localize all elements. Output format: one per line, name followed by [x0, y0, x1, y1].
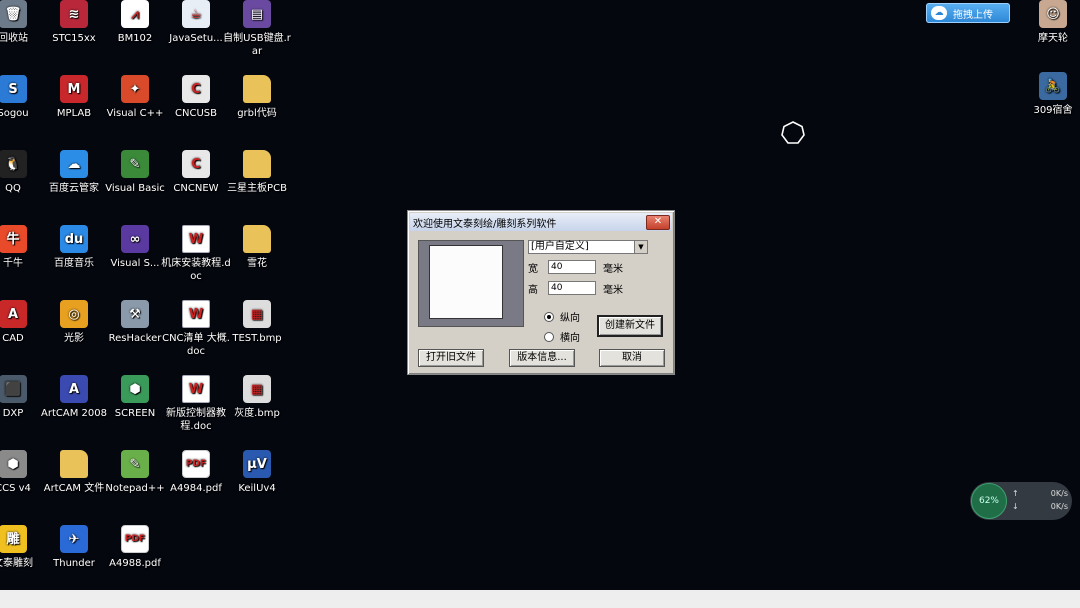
desktop-app-icon: ▦: [243, 375, 271, 403]
height-input[interactable]: [548, 281, 596, 295]
desktop-icon-label: grbl代码: [237, 108, 277, 119]
desktop-app-icon: ✦: [121, 75, 149, 103]
desktop-app-icon: C: [182, 150, 210, 178]
radio-unchecked-icon: [544, 331, 554, 342]
desktop-icon-label: 雪花: [247, 258, 267, 269]
desktop-app-icon: PDF: [121, 525, 149, 553]
desktop-icon[interactable]: ☺ 摩天轮: [1017, 0, 1080, 45]
desktop-app-icon: ⚒: [121, 300, 149, 328]
upload-speed-row: ↑ 0K/s: [1012, 489, 1068, 498]
desktop-app-icon: ◎: [60, 300, 88, 328]
desktop-app-icon: C: [182, 75, 210, 103]
cancel-button[interactable]: 取消: [599, 349, 665, 367]
page-preview: [418, 240, 524, 327]
orientation-portrait-label: 纵向: [560, 313, 580, 324]
desktop-icon[interactable]: µV KeilUv4: [221, 450, 293, 495]
desktop-app-icon: A: [60, 375, 88, 403]
size-preset-value: [用户自定义]: [531, 241, 589, 252]
desktop-icon[interactable]: ▦ 灰度.bmp: [221, 375, 293, 420]
open-old-file-button[interactable]: 打开旧文件: [418, 349, 484, 367]
desktop-app-icon: [60, 450, 88, 478]
version-info-button[interactable]: 版本信息...: [509, 349, 575, 367]
desktop-app-icon: ⬢: [0, 450, 27, 478]
orientation-landscape-radio[interactable]: 横向: [544, 329, 580, 344]
desktop-app-icon: ✈: [60, 525, 88, 553]
desktop-icon-label: 摩天轮: [1038, 33, 1068, 44]
height-label: 高: [528, 285, 538, 296]
desktop-icon[interactable]: 雪花: [221, 225, 293, 270]
desktop-app-icon: 🗑: [0, 0, 27, 28]
dialog-title: 欢迎使用文泰刻绘/雕刻系列软件: [413, 218, 557, 230]
desktop-app-icon: [243, 225, 271, 253]
desktop-app-icon: [243, 75, 271, 103]
drag-upload-button[interactable]: ☁ 拖拽上传: [926, 3, 1010, 23]
desktop-app-icon: ☕: [182, 0, 210, 28]
desktop-icon-label: KeilUv4: [238, 483, 276, 494]
radio-checked-icon: [544, 311, 554, 322]
chevron-down-icon[interactable]: ▼: [634, 241, 647, 253]
up-arrow-icon: ↑: [1012, 489, 1019, 498]
close-icon[interactable]: ✕: [646, 215, 670, 230]
width-unit: 毫米: [603, 264, 623, 275]
desktop-app-icon: 牛: [0, 225, 27, 253]
desktop-app-icon: M: [60, 75, 88, 103]
desktop-app-icon: 🚴: [1039, 72, 1067, 100]
desktop-icon-label: 灰度.bmp: [234, 408, 280, 419]
desktop-app-icon: S: [0, 75, 27, 103]
desktop-app-icon: ⩘: [121, 0, 149, 28]
desktop-icon-label: 三星主板PCB: [227, 183, 287, 194]
desktop-app-icon: 🐧: [0, 150, 27, 178]
desktop-app-icon: ▦: [243, 300, 271, 328]
desktop-icon[interactable]: ▦ TEST.bmp: [221, 300, 293, 345]
desktop-app-icon: ✎: [121, 150, 149, 178]
create-new-file-button[interactable]: 创建新文件: [597, 315, 663, 337]
desktop-app-icon: 雕: [0, 525, 27, 553]
drag-upload-label: 拖拽上传: [953, 9, 993, 21]
desktop-icon[interactable]: 三星主板PCB: [221, 150, 293, 195]
upload-speed: 0K/s: [1050, 489, 1068, 498]
new-file-dialog: 欢迎使用文泰刻绘/雕刻系列软件 ✕ [用户自定义] ▼ 宽 毫米 高 毫米 纵向…: [407, 210, 675, 375]
desktop-app-icon: ✎: [121, 450, 149, 478]
desktop-app-icon: ≋: [60, 0, 88, 28]
desktop-app-icon: ∞: [121, 225, 149, 253]
desktop-app-icon: W: [182, 300, 210, 328]
height-unit: 毫米: [603, 285, 623, 296]
busy-cursor-icon: [781, 121, 805, 144]
down-arrow-icon: ↓: [1012, 502, 1019, 511]
network-speed-widget[interactable]: 62% ↑ 0K/s ↓ 0K/s: [970, 482, 1072, 520]
download-speed-row: ↓ 0K/s: [1012, 502, 1068, 511]
size-preset-select[interactable]: [用户自定义] ▼: [528, 240, 648, 254]
desktop-app-icon: µV: [243, 450, 271, 478]
desktop-app-icon: ⬢: [121, 375, 149, 403]
download-speed: 0K/s: [1050, 502, 1068, 511]
desktop-icon[interactable]: 🚴 309宿舍: [1017, 72, 1080, 117]
desktop-app-icon: ⬛: [0, 375, 27, 403]
desktop-icon[interactable]: ▤ 自制USB键盘.rar: [221, 0, 293, 58]
desktop-icon-label: 自制USB键盘.rar: [223, 33, 291, 57]
cloud-icon: ☁: [931, 6, 947, 20]
dialog-titlebar[interactable]: 欢迎使用文泰刻绘/雕刻系列软件: [410, 213, 672, 231]
desktop-app-icon: du: [60, 225, 88, 253]
desktop-icon-label: 309宿舍: [1033, 105, 1073, 116]
desktop-app-icon: W: [182, 225, 210, 253]
page-preview-paper: [429, 245, 503, 319]
width-input[interactable]: [548, 260, 596, 274]
desktop-app-icon: W: [182, 375, 210, 403]
desktop-icon[interactable]: PDF A4988.pdf: [99, 525, 171, 570]
orientation-portrait-radio[interactable]: 纵向: [544, 309, 580, 324]
desktop-app-icon: ☁: [60, 150, 88, 178]
desktop-app-icon: PDF: [182, 450, 210, 478]
bottom-strip: [0, 590, 1080, 608]
desktop-icon-label: TEST.bmp: [232, 333, 282, 344]
width-label: 宽: [528, 264, 538, 275]
orientation-landscape-label: 横向: [560, 333, 580, 344]
desktop-app-icon: ☺: [1039, 0, 1067, 28]
desktop-icon-label: A4988.pdf: [109, 558, 161, 569]
memory-gauge: 62%: [971, 483, 1007, 519]
desktop-icon[interactable]: grbl代码: [221, 75, 293, 120]
desktop-app-icon: A: [0, 300, 27, 328]
desktop-app-icon: [243, 150, 271, 178]
desktop-app-icon: ▤: [243, 0, 271, 28]
